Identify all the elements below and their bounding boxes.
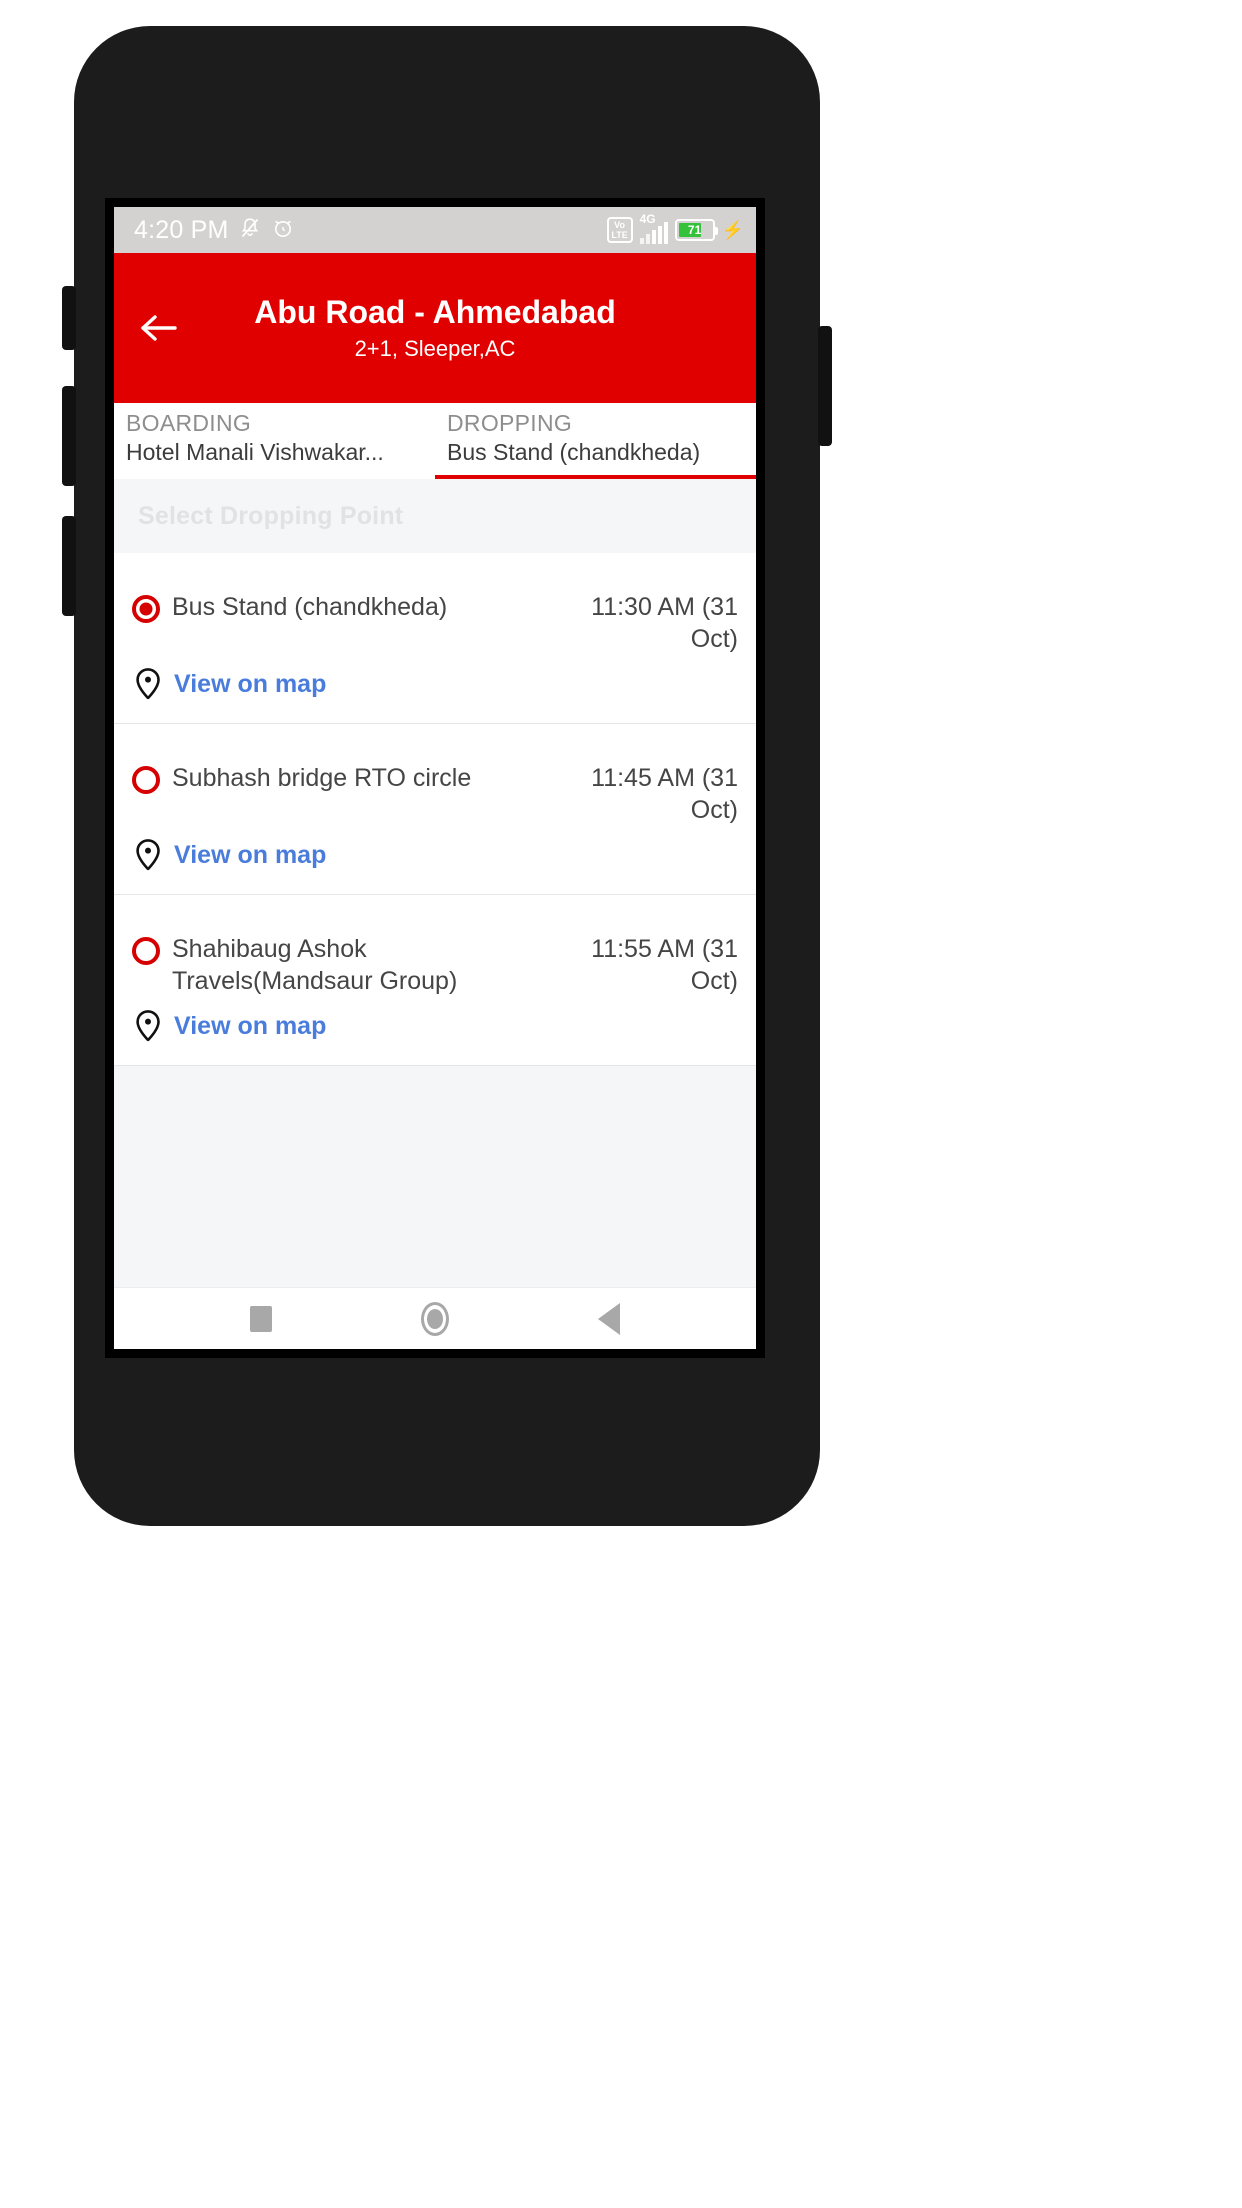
battery-percent-label: 71: [687, 223, 702, 237]
dropping-point-name: Subhash bridge RTO circle: [172, 764, 472, 792]
app-bar-text: Abu Road - Ahmedabad 2+1, Sleeper,AC: [184, 293, 685, 364]
view-on-map-row[interactable]: View on map: [132, 1009, 738, 1043]
radio-button-selected[interactable]: [132, 595, 160, 623]
tab-dropping-kicker: DROPPING: [447, 410, 573, 436]
dropping-point-row: Bus Stand (chandkheda) 11:30 AM (31 Oct): [132, 591, 738, 655]
view-on-map-link[interactable]: View on map: [174, 1011, 326, 1041]
tab-bar: BOARDING Hotel Manali Vishwakar... DROPP…: [114, 403, 756, 479]
radio-button[interactable]: [132, 937, 160, 965]
tab-boarding-value: Hotel Manali Vishwakar...: [126, 439, 384, 465]
phone-volume-down-button[interactable]: [62, 516, 76, 616]
triangle-back-icon[interactable]: [581, 1296, 637, 1342]
android-nav-bar: [114, 1287, 756, 1349]
phone-volume-up-button[interactable]: [62, 386, 76, 486]
network-type-label: 4G: [639, 212, 656, 226]
circle-home-icon[interactable]: [407, 1296, 463, 1342]
dropping-point-item[interactable]: Shahibaug Ashok Travels(Mandsaur Group) …: [114, 895, 756, 1066]
dropping-point-name: Bus Stand (chandkheda): [172, 593, 448, 621]
alarm-clock-icon: [271, 216, 295, 245]
dropping-point-row: Shahibaug Ashok Travels(Mandsaur Group) …: [132, 933, 738, 997]
volte-icon: Vo LTE: [606, 217, 633, 243]
phone-side-button-top[interactable]: [62, 286, 76, 350]
tab-dropping-value: Bus Stand (chandkheda): [447, 439, 701, 465]
status-bar-right: Vo LTE 4G 71 ⚡: [606, 212, 744, 244]
view-on-map-link[interactable]: View on map: [174, 840, 326, 870]
status-bar: 4:20 PM Vo LTE 4G 71 ⚡: [114, 207, 756, 253]
bell-muted-icon: [238, 216, 262, 245]
view-on-map-link[interactable]: View on map: [174, 669, 326, 699]
page-title: Abu Road - Ahmedabad: [254, 293, 616, 330]
dropping-point-name: Shahibaug Ashok Travels(Mandsaur Group): [172, 935, 458, 995]
square-recents-icon[interactable]: [233, 1296, 289, 1342]
map-pin-icon: [134, 838, 162, 872]
map-pin-icon: [134, 667, 162, 701]
dropping-point-time: 11:30 AM (31 Oct): [591, 593, 738, 653]
tab-boarding-kicker: BOARDING: [126, 410, 252, 436]
dropping-point-time: 11:45 AM (31 Oct): [591, 764, 738, 824]
back-arrow-icon[interactable]: [130, 299, 188, 357]
phone-screen: 4:20 PM Vo LTE 4G 71 ⚡ Abu Road - Ahmeda…: [105, 198, 765, 1358]
tab-dropping[interactable]: DROPPING Bus Stand (chandkheda): [435, 403, 756, 479]
signal-strength-icon: 4G: [639, 212, 668, 244]
battery-icon: 71: [674, 219, 718, 241]
view-on-map-row[interactable]: View on map: [132, 838, 738, 872]
dropping-point-row: Subhash bridge RTO circle 11:45 AM (31 O…: [132, 762, 738, 826]
view-on-map-row[interactable]: View on map: [132, 667, 738, 701]
section-header-label: Select Dropping Point: [138, 501, 404, 530]
status-time: 4:20 PM: [134, 215, 229, 244]
tab-boarding[interactable]: BOARDING Hotel Manali Vishwakar...: [114, 403, 435, 479]
app-bar: Abu Road - Ahmedabad 2+1, Sleeper,AC: [114, 253, 756, 403]
dropping-point-time: 11:55 AM (31 Oct): [591, 935, 738, 995]
dropping-point-item[interactable]: Subhash bridge RTO circle 11:45 AM (31 O…: [114, 724, 756, 895]
lightning-bolt-icon: ⚡: [721, 220, 744, 240]
status-bar-left: 4:20 PM: [134, 216, 295, 245]
section-header: Select Dropping Point: [114, 479, 756, 553]
radio-button[interactable]: [132, 766, 160, 794]
phone-power-button[interactable]: [818, 326, 832, 446]
map-pin-icon: [134, 1009, 162, 1043]
dropping-point-list: Bus Stand (chandkheda) 11:30 AM (31 Oct)…: [114, 553, 756, 1287]
page-subtitle: 2+1, Sleeper,AC: [354, 335, 516, 361]
dropping-point-item[interactable]: Bus Stand (chandkheda) 11:30 AM (31 Oct)…: [114, 553, 756, 724]
